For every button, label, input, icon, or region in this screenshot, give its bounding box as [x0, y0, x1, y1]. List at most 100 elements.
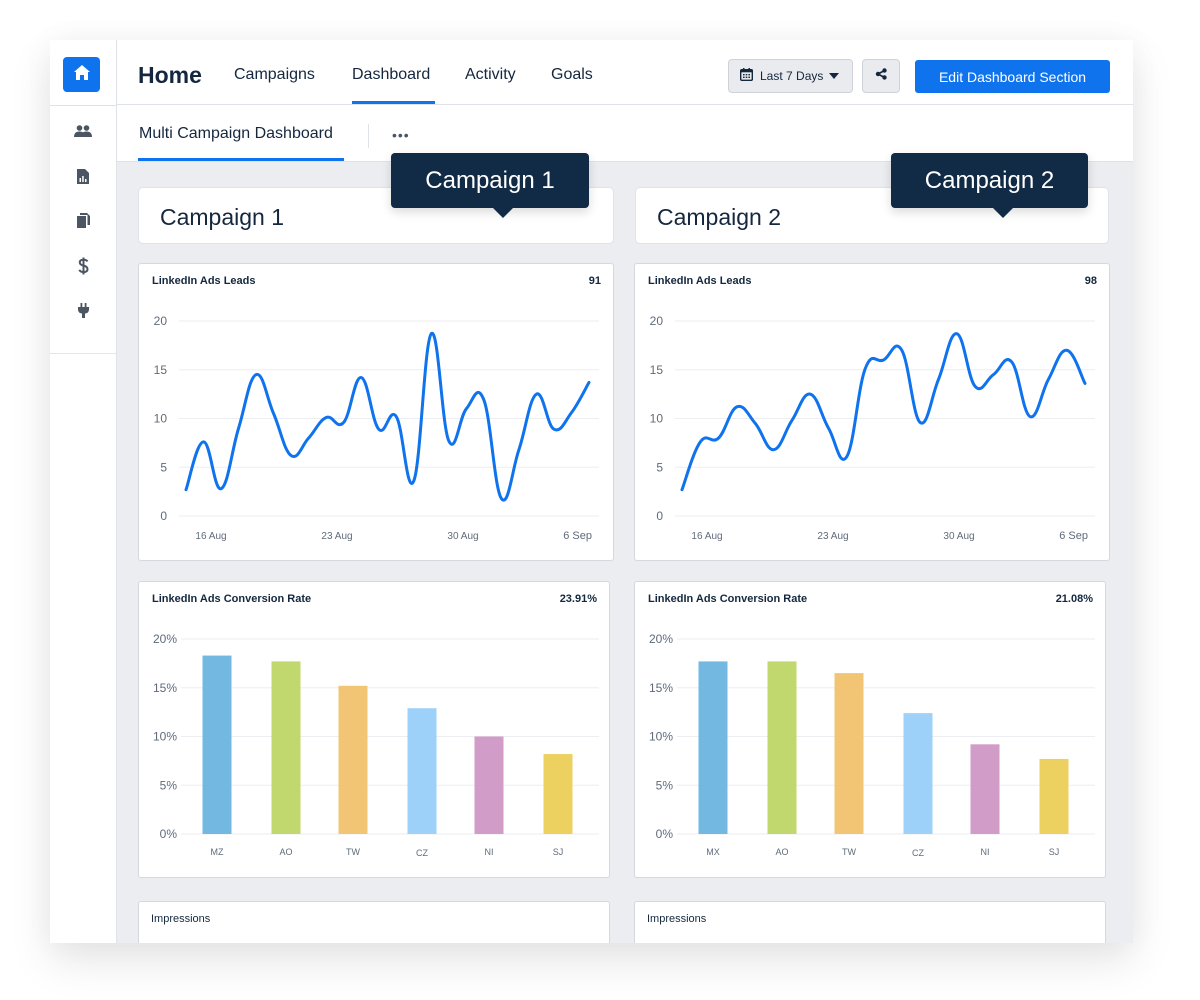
- x-tick-label: AO: [775, 847, 788, 857]
- copy-icon: [76, 213, 90, 233]
- active-subtab-indicator: [138, 158, 344, 161]
- x-tick-label: 6 Sep: [1059, 530, 1088, 542]
- bar-ni: [474, 736, 504, 834]
- sidebar: [50, 40, 117, 943]
- calendar-icon: [739, 68, 754, 84]
- impressions-widget-campaign-1: Impressions: [138, 901, 610, 943]
- x-tick-label: TW: [346, 847, 360, 857]
- y-tick-label: 20%: [649, 632, 673, 646]
- y-tick-label: 20: [154, 314, 168, 328]
- widget-title: Impressions: [647, 913, 707, 925]
- y-tick-label: 5%: [160, 778, 178, 792]
- y-tick-label: 0%: [656, 827, 674, 841]
- tab-dashboard[interactable]: Dashboard: [352, 66, 430, 84]
- sidebar-home-button[interactable]: [63, 57, 100, 92]
- y-tick-label: 5: [160, 460, 167, 474]
- share-icon: [875, 67, 887, 85]
- x-tick-label: CZ: [912, 848, 924, 858]
- y-tick-label: 15%: [153, 681, 177, 695]
- x-tick-label: 30 Aug: [447, 531, 478, 542]
- y-tick-label: 0: [656, 509, 663, 523]
- y-tick-label: 10: [650, 412, 664, 426]
- x-tick-label: MZ: [211, 847, 224, 857]
- chevron-down-icon: [829, 73, 840, 79]
- tab-activity[interactable]: Activity: [465, 66, 516, 84]
- bar-cz: [903, 713, 933, 834]
- sidebar-divider: [50, 353, 117, 354]
- x-tick-label: 16 Aug: [195, 531, 226, 542]
- sidebar-item-billing[interactable]: [73, 257, 93, 280]
- bar-ni: [970, 744, 1000, 834]
- y-tick-label: 20: [650, 314, 664, 328]
- bar-tw: [834, 673, 864, 834]
- date-range-dropdown[interactable]: Last 7 Days: [728, 59, 853, 93]
- y-tick-label: 15%: [649, 681, 673, 695]
- dollar-icon: [77, 257, 89, 280]
- sidebar-item-documents[interactable]: [73, 213, 93, 233]
- x-tick-label: AO: [279, 847, 292, 857]
- report-icon: [77, 169, 89, 189]
- campaign-2-tooltip: Campaign 2: [891, 153, 1088, 218]
- leads-line-chart: 0 5 10 15 20 16 Aug 23 Aug 30 Aug 6 Sep: [154, 314, 599, 542]
- y-tick-label: 15: [154, 363, 168, 377]
- x-tick-label: NI: [981, 847, 990, 857]
- x-tick-label: SJ: [1049, 847, 1060, 857]
- bar-mx: [698, 661, 728, 834]
- users-icon: [74, 124, 92, 142]
- bar-tw: [338, 685, 368, 834]
- bar-ao: [767, 661, 797, 834]
- date-range-label: Last 7 Days: [760, 69, 824, 83]
- bar-cz: [407, 708, 437, 834]
- app-window: Home Campaigns Dashboard Activity Goals …: [50, 40, 1133, 943]
- y-tick-label: 5: [656, 460, 663, 474]
- campaign-1-title: Campaign 1: [160, 204, 285, 230]
- series-line: [680, 332, 1087, 492]
- bar-mz: [202, 655, 232, 834]
- x-tick-label: 6 Sep: [563, 530, 592, 542]
- y-tick-label: 0: [160, 509, 167, 523]
- conversion-bar-chart: 0% 5% 10% 15% 20% MZ AO TW CZ NI SJ: [153, 632, 599, 858]
- tab-campaigns[interactable]: Campaigns: [234, 66, 315, 84]
- y-tick-label: 0%: [160, 827, 178, 841]
- y-tick-label: 15: [650, 363, 664, 377]
- campaign-1-tooltip: Campaign 1: [391, 153, 589, 218]
- sidebar-item-reports[interactable]: [73, 169, 93, 189]
- tab-multi-campaign-dashboard[interactable]: Multi Campaign Dashboard: [139, 125, 333, 143]
- series-line: [184, 332, 591, 502]
- conversion-widget-campaign-1: LinkedIn Ads Conversion Rate 23.91% 0% 5%…: [138, 581, 610, 878]
- active-tab-indicator: [352, 101, 435, 104]
- y-tick-label: 10%: [649, 730, 673, 744]
- x-tick-label: 30 Aug: [943, 531, 974, 542]
- conversion-widget-campaign-2: LinkedIn Ads Conversion Rate 21.08% 0% 5%…: [634, 581, 1106, 878]
- x-tick-label: NI: [485, 847, 494, 857]
- leads-widget-campaign-1: LinkedIn Ads Leads 91 0 5 10 15 20 16 Aug 23 A…: [138, 263, 614, 561]
- leads-line-chart: 0 5 10 15 20 16 Aug 23 Aug 30 Aug 6 Sep: [650, 314, 1095, 542]
- tab-goals[interactable]: Goals: [551, 66, 593, 84]
- campaign-2-title: Campaign 2: [657, 204, 782, 230]
- bar-sj: [543, 754, 573, 834]
- sidebar-item-integrations[interactable]: [73, 303, 93, 323]
- page-title: Home: [138, 62, 202, 88]
- y-tick-label: 10: [154, 412, 168, 426]
- x-tick-label: MX: [706, 847, 720, 857]
- bar-sj: [1039, 758, 1069, 834]
- x-tick-label: SJ: [553, 847, 564, 857]
- y-tick-label: 5%: [656, 778, 674, 792]
- x-tick-label: CZ: [416, 848, 428, 858]
- x-tick-label: 16 Aug: [691, 531, 722, 542]
- impressions-widget-campaign-2: Impressions: [634, 901, 1106, 943]
- share-button[interactable]: [862, 59, 900, 93]
- bar-ao: [271, 661, 301, 834]
- edit-dashboard-section-button[interactable]: Edit Dashboard Section: [915, 60, 1110, 93]
- sidebar-item-users[interactable]: [73, 123, 93, 143]
- x-tick-label: 23 Aug: [817, 531, 848, 542]
- y-tick-label: 20%: [153, 632, 177, 646]
- y-tick-label: 10%: [153, 730, 177, 744]
- x-tick-label: 23 Aug: [321, 531, 352, 542]
- divider: [368, 124, 369, 148]
- more-options-button[interactable]: •••: [392, 127, 410, 143]
- leads-widget-campaign-2: LinkedIn Ads Leads 98 0 5 10 15 20 16 Aug 23 A…: [634, 263, 1110, 561]
- plug-icon: [77, 303, 89, 323]
- conversion-bar-chart: 0% 5% 10% 15% 20% MX AO TW CZ NI SJ: [649, 632, 1095, 858]
- sidebar-divider: [50, 105, 117, 106]
